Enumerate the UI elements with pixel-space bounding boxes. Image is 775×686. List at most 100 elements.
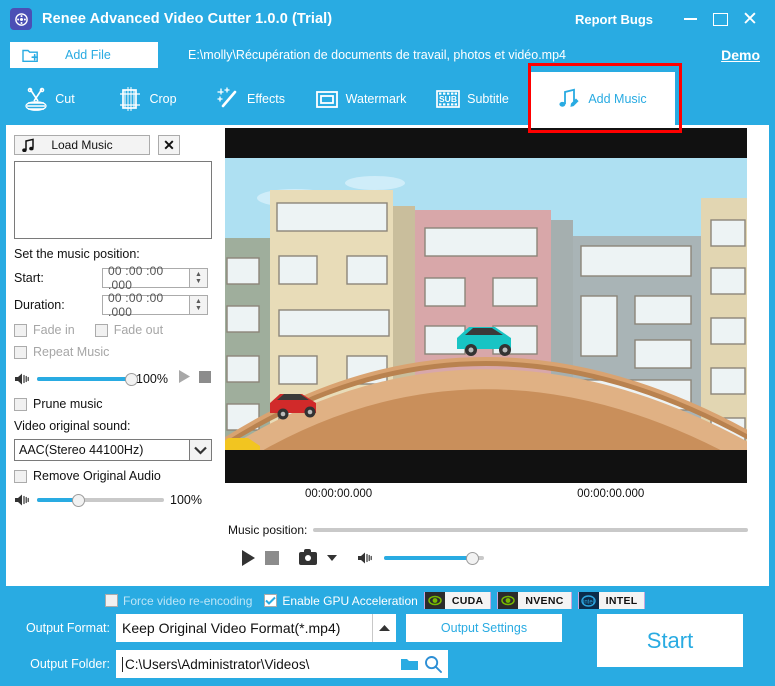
tab-add-music-label: Add Music — [588, 91, 647, 106]
music-play-button[interactable] — [177, 369, 192, 389]
minimize-icon[interactable] — [675, 4, 705, 34]
speaker-icon — [14, 372, 31, 386]
file-row: Add File E:\molly\Récupération de docume… — [0, 41, 775, 69]
load-music-button[interactable]: Load Music — [14, 135, 150, 155]
magic-wand-icon — [215, 86, 241, 112]
prune-music-checkbox[interactable] — [14, 397, 27, 411]
camera-icon[interactable] — [299, 548, 317, 565]
tab-crop[interactable]: Crop — [98, 72, 196, 125]
add-file-button[interactable]: Add File — [10, 42, 158, 68]
music-note-icon — [21, 138, 35, 156]
music-volume-value: 100% — [136, 372, 168, 386]
title-bar-controls: Report Bugs ✕ — [575, 4, 775, 34]
music-note-pencil-icon — [556, 86, 582, 112]
video-sound-row: AAC(Stereo 44100Hz) — [14, 439, 212, 461]
original-volume-row: 100% — [14, 493, 212, 507]
force-reencode-checkbox[interactable] — [105, 594, 118, 607]
output-settings-button[interactable]: Output Settings — [406, 614, 562, 642]
preview-panel: 00:00:00.000 00:00:00.000 Music position… — [220, 125, 769, 586]
fade-row: Fade in Fade out — [14, 323, 212, 337]
close-icon[interactable]: ✕ — [735, 4, 765, 34]
current-time: 00:00:00.000 — [305, 488, 373, 500]
tab-subtitle-label: Subtitle — [467, 91, 509, 106]
fade-out-checkbox[interactable] — [94, 323, 108, 337]
nvidia-icon — [424, 592, 445, 609]
prune-music-label: Prune music — [33, 397, 103, 411]
speaker-icon — [357, 551, 374, 565]
title-bar: Renee Advanced Video Cutter 1.0.0 (Trial… — [0, 0, 775, 38]
file-path-text: E:\molly\Récupération de documents de tr… — [188, 48, 566, 62]
add-file-label: Add File — [65, 48, 111, 62]
music-volume-slider[interactable] — [37, 372, 138, 386]
nvidia-icon — [498, 592, 519, 609]
search-icon[interactable] — [424, 655, 442, 673]
player-controls — [242, 548, 742, 566]
watermark-frame-icon — [314, 86, 340, 112]
gpu-accel-checkbox[interactable] — [264, 594, 278, 607]
start-time-spinner[interactable]: ▲ ▼ — [190, 268, 208, 288]
tab-cut-label: Cut — [55, 91, 75, 106]
demo-link[interactable]: Demo — [721, 47, 760, 63]
tab-watermark[interactable]: Watermark — [304, 72, 416, 125]
tab-watermark-label: Watermark — [345, 91, 407, 106]
force-reencode-label: Force video re-encoding — [123, 593, 253, 608]
output-format-select[interactable]: Keep Original Video Format(*.mp4) — [116, 614, 372, 642]
folder-add-icon — [22, 48, 39, 63]
repeat-music-checkbox[interactable] — [14, 345, 27, 359]
tab-effects-label: Effects — [247, 91, 285, 106]
music-stop-button[interactable] — [198, 370, 212, 389]
caret-up-icon[interactable] — [372, 614, 396, 642]
stop-icon[interactable] — [265, 551, 279, 565]
badge-cuda-label: CUDA — [444, 592, 491, 609]
music-settings-panel: Load Music ✕ Set the music position: Sta… — [6, 125, 220, 586]
duration-input[interactable]: 00 :00 :00 .000 — [102, 291, 190, 319]
music-position-label: Set the music position: — [14, 247, 140, 261]
play-icon[interactable] — [242, 550, 255, 566]
film-frame-icon — [117, 86, 143, 112]
start-time-input[interactable]: 00 :00 :00 .000 — [102, 264, 190, 292]
report-bugs-link[interactable]: Report Bugs — [575, 12, 653, 27]
start-button[interactable]: Start — [597, 614, 743, 667]
badge-nvenc[interactable]: NVENC — [497, 592, 572, 609]
tab-effects[interactable]: Effects — [196, 72, 304, 125]
badge-intel[interactable]: intel INTEL — [577, 592, 646, 609]
tab-bar: Cut Crop Effects Watermark SUB Subtitle — [0, 72, 775, 125]
chevron-down-icon[interactable] — [190, 439, 212, 461]
music-position-slider[interactable] — [313, 523, 748, 537]
start-time-row: Start: 00 :00 :00 .000 ▲ ▼ — [14, 264, 212, 292]
repeat-music-row: Repeat Music — [14, 345, 212, 359]
scissors-icon — [23, 86, 49, 112]
folder-icon[interactable] — [400, 657, 419, 672]
clear-music-button[interactable]: ✕ — [158, 135, 180, 155]
remove-audio-checkbox[interactable] — [14, 469, 27, 483]
app-logo-icon — [10, 8, 32, 30]
subtitle-film-icon: SUB — [435, 86, 461, 112]
speaker-icon — [14, 493, 31, 507]
video-sound-label: Video original sound: — [14, 419, 131, 433]
intel-icon: intel — [578, 592, 599, 609]
video-preview[interactable] — [225, 128, 747, 483]
badge-cuda[interactable]: CUDA — [423, 592, 492, 609]
time-readout-row: 00:00:00.000 00:00:00.000 — [225, 488, 747, 500]
caret-down-icon[interactable] — [327, 555, 337, 561]
tab-cut[interactable]: Cut — [0, 72, 98, 125]
prune-music-row: Prune music — [14, 397, 212, 411]
svg-text:intel: intel — [583, 599, 594, 605]
tab-subtitle[interactable]: SUB Subtitle — [416, 72, 528, 125]
player-volume-slider[interactable] — [384, 551, 484, 565]
fade-in-checkbox[interactable] — [14, 323, 27, 337]
application-window: Renee Advanced Video Cutter 1.0.0 (Trial… — [0, 0, 775, 686]
video-sound-select[interactable]: AAC(Stereo 44100Hz) — [14, 439, 190, 461]
duration-spinner[interactable]: ▲ ▼ — [190, 295, 208, 315]
fade-in-label: Fade in — [33, 323, 75, 337]
maximize-icon[interactable] — [705, 4, 735, 34]
svg-text:SUB: SUB — [439, 94, 457, 104]
music-list-box[interactable] — [14, 161, 212, 239]
original-volume-value: 100% — [170, 493, 202, 507]
original-volume-slider[interactable] — [37, 493, 164, 507]
tab-add-music[interactable]: Add Music — [528, 72, 675, 125]
output-format-label: Output Format: — [25, 621, 110, 635]
output-folder-field[interactable]: C:\Users\Administrator\Videos\ — [116, 650, 448, 678]
start-label: Start: — [14, 271, 44, 285]
music-volume-row: 100% — [14, 369, 212, 389]
